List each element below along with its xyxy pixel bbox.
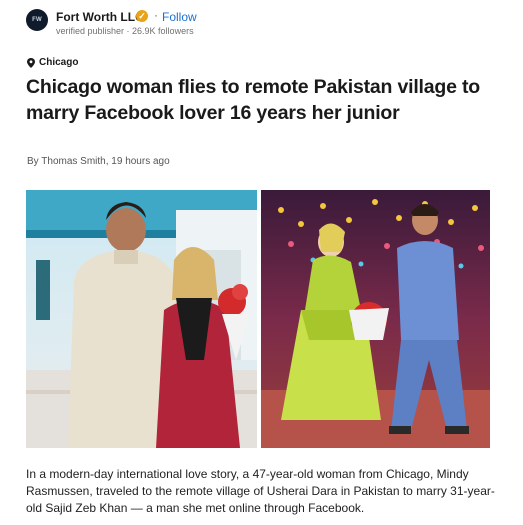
follow-button[interactable]: Follow	[162, 10, 197, 24]
article-byline: By Thomas Smith, 19 hours ago	[27, 156, 170, 167]
location-tag[interactable]: Chicago	[27, 57, 78, 68]
separator-dot: ·	[154, 8, 158, 22]
article-photo-couple-airport[interactable]	[26, 190, 257, 448]
article-body: In a modern-day international love story…	[26, 467, 495, 515]
location-label: Chicago	[39, 57, 79, 68]
publisher-name[interactable]: Fort Worth LLC	[56, 10, 144, 24]
publisher-logo[interactable]: FW	[26, 9, 48, 31]
article-photo-couple-dancing[interactable]	[261, 190, 490, 448]
article-headline: Chicago woman flies to remote Pakistan v…	[26, 76, 480, 124]
verified-badge-icon: ✓	[136, 10, 148, 22]
publisher-logo-text: FW	[32, 17, 42, 23]
publisher-meta: verified publisher · 26.9K followers	[56, 26, 194, 36]
map-pin-icon	[27, 57, 35, 68]
publisher-header: FW Fort Worth LLC ✓ · Follow verified pu…	[24, 6, 504, 40]
